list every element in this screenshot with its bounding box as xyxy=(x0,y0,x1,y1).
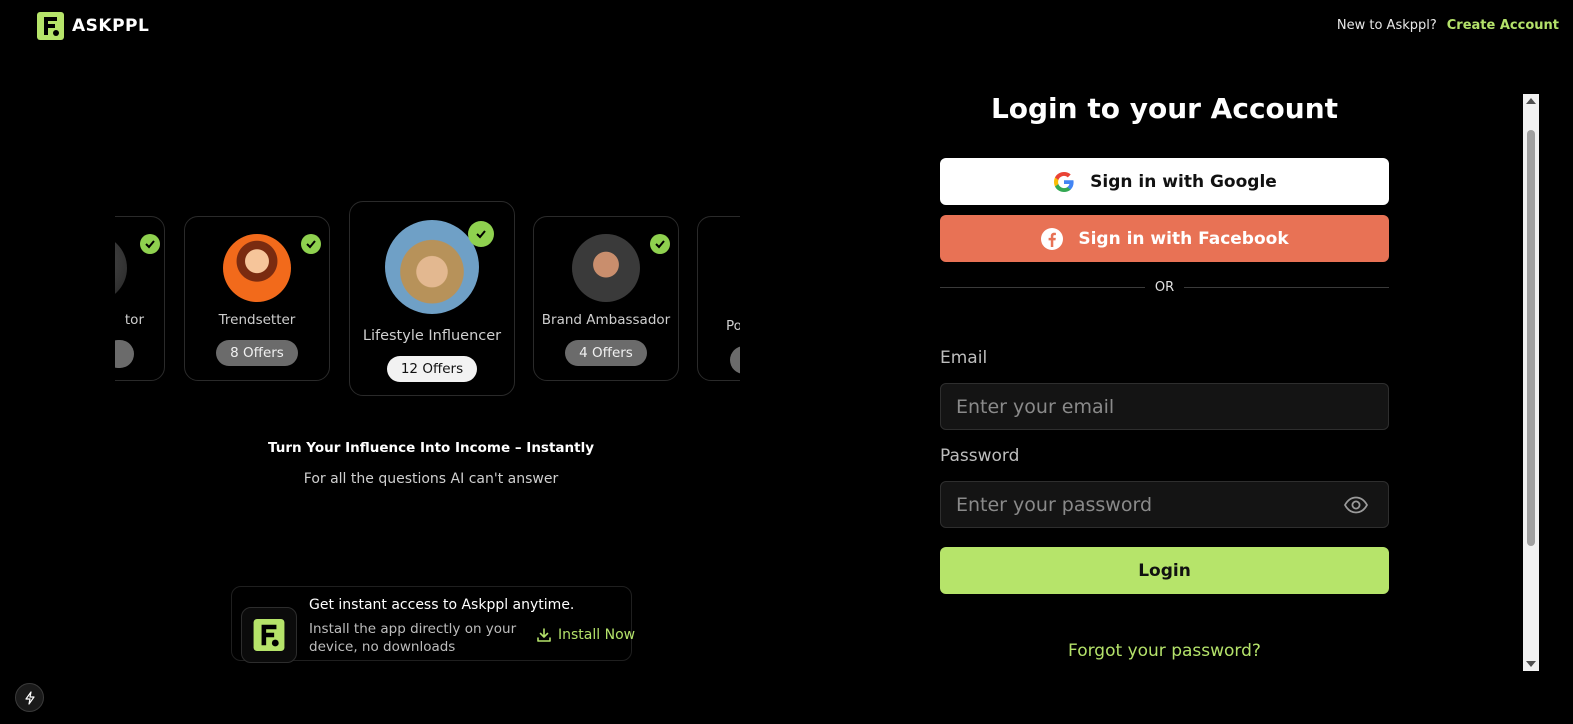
avatar xyxy=(115,234,127,302)
scrollbar-thumb[interactable] xyxy=(1527,130,1535,546)
install-app-banner: Get instant access to Askppl anytime. In… xyxy=(231,586,635,663)
email-input[interactable] xyxy=(940,383,1389,430)
card-role: Po xyxy=(726,318,740,334)
install-title: Get instant access to Askppl anytime. xyxy=(309,597,575,613)
influencer-carousel[interactable]: tor Trendsetter 8 Offers Lifestyle Influ… xyxy=(115,200,740,400)
scroll-down-arrow-icon[interactable] xyxy=(1526,661,1536,667)
google-signin-button[interactable]: Sign in with Google xyxy=(940,158,1389,205)
card-role: Trendsetter xyxy=(218,312,296,328)
or-divider: OR xyxy=(940,280,1390,295)
install-now-label: Install Now xyxy=(558,627,636,643)
verified-badge-icon xyxy=(301,234,321,254)
offers-badge[interactable]: 8 Offers xyxy=(216,340,298,366)
show-password-eye-icon[interactable] xyxy=(1343,492,1369,518)
avatar xyxy=(223,234,291,302)
avatar xyxy=(572,234,640,302)
carousel-card-trendsetter[interactable]: Trendsetter 8 Offers xyxy=(184,216,330,381)
facebook-signin-label: Sign in with Facebook xyxy=(1078,228,1289,249)
download-icon xyxy=(537,628,551,642)
verified-badge-icon xyxy=(140,234,160,254)
card-role: Brand Ambassador xyxy=(541,312,671,328)
email-label: Email xyxy=(940,348,988,368)
login-button[interactable]: Login xyxy=(940,547,1389,594)
promo-tagline: Turn Your Influence Into Income – Instan… xyxy=(267,440,595,456)
offers-badge xyxy=(115,340,134,368)
create-account-link[interactable]: Create Account xyxy=(1447,18,1559,33)
login-title: Login to your Account xyxy=(990,92,1339,125)
askppl-logo[interactable]: ASKPPL xyxy=(37,12,149,40)
verified-badge-icon xyxy=(650,234,670,254)
offers-badge xyxy=(730,346,740,374)
google-icon xyxy=(1054,171,1074,192)
card-role: tor xyxy=(124,312,144,328)
offers-badge[interactable]: 12 Offers xyxy=(386,356,478,382)
new-user-prompt: New to Askppl? xyxy=(1336,18,1437,33)
google-signin-label: Sign in with Google xyxy=(1090,171,1277,192)
forgot-password-link[interactable]: Forgot your password? xyxy=(940,641,1389,661)
divider-line xyxy=(1184,287,1390,288)
bolt-icon[interactable] xyxy=(15,683,44,712)
facebook-signin-button[interactable]: Sign in with Facebook xyxy=(940,215,1389,262)
promo-subtitle: For all the questions AI can't answer xyxy=(303,471,559,487)
password-input[interactable] xyxy=(940,481,1389,528)
header-account-prompt: New to Askppl? Create Account xyxy=(1337,18,1559,33)
app-icon xyxy=(241,607,297,663)
carousel-card[interactable]: tor xyxy=(115,216,165,381)
scroll-up-arrow-icon[interactable] xyxy=(1526,98,1536,104)
carousel-card-lifestyle-influencer[interactable]: Lifestyle Influencer 12 Offers xyxy=(349,201,515,396)
scrollbar[interactable] xyxy=(1523,94,1539,671)
password-label: Password xyxy=(940,446,1020,466)
logo-text: ASKPPL xyxy=(72,16,150,36)
install-now-button[interactable]: Install Now xyxy=(536,627,635,643)
logo-mark-icon xyxy=(253,619,285,651)
divider-line xyxy=(940,287,1145,288)
facebook-icon xyxy=(1041,227,1064,250)
logo-mark-icon xyxy=(37,12,64,40)
carousel-card[interactable]: Po xyxy=(697,216,740,381)
card-role: Lifestyle Influencer xyxy=(362,328,502,344)
avatar xyxy=(385,220,479,314)
carousel-card-brand-ambassador[interactable]: Brand Ambassador 4 Offers xyxy=(533,216,679,381)
verified-badge-icon xyxy=(468,221,494,247)
or-text: OR xyxy=(1154,280,1175,295)
install-description: Install the app directly on your device,… xyxy=(309,621,517,655)
offers-badge[interactable]: 4 Offers xyxy=(565,340,647,366)
